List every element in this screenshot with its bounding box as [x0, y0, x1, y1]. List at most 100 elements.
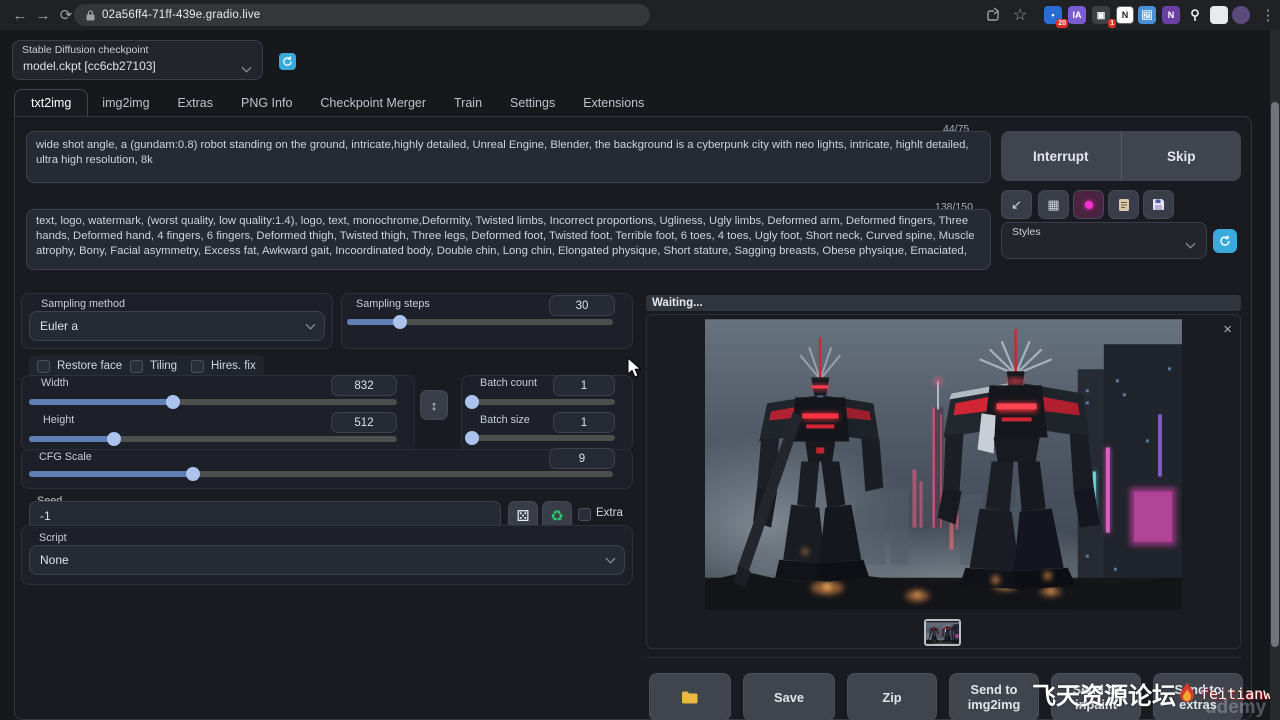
- restore-faces-option[interactable]: Restore faces: [29, 355, 136, 377]
- width-slider[interactable]: [29, 399, 397, 405]
- tab-png-info[interactable]: PNG Info: [227, 90, 306, 116]
- swap-dimensions-button[interactable]: ↕: [420, 390, 448, 420]
- menu-dots-icon[interactable]: ⋮: [1258, 5, 1278, 25]
- height-input[interactable]: 512: [331, 412, 397, 433]
- stable-diffusion-webui: ← → ⟳ 02a56ff4-71ff-439e.gradio.live ☆ •…: [0, 0, 1280, 720]
- close-image-icon[interactable]: ×: [1223, 323, 1232, 336]
- sampling-method-select[interactable]: Euler a: [29, 311, 325, 341]
- skip-button[interactable]: Skip: [1121, 131, 1242, 181]
- batch-size-input[interactable]: 1: [553, 412, 615, 433]
- browser-toolbar: ← → ⟳ 02a56ff4-71ff-439e.gradio.live ☆ •…: [0, 0, 1280, 30]
- tab-extensions[interactable]: Extensions: [569, 90, 658, 116]
- apply-style-button[interactable]: [1108, 190, 1139, 219]
- cfg-scale-label: CFG Scale: [39, 451, 92, 463]
- restore-faces-checkbox[interactable]: [37, 360, 50, 373]
- cfg-scale-input[interactable]: 9: [549, 448, 615, 469]
- extension-icon-download[interactable]: • 20: [1044, 6, 1062, 24]
- tab-settings[interactable]: Settings: [496, 90, 569, 116]
- bookmark-star-icon[interactable]: ☆: [1010, 5, 1030, 25]
- refresh-checkpoints-button[interactable]: [279, 53, 296, 70]
- prompt-input[interactable]: wide shot angle, a (gundam:0.8) robot st…: [26, 131, 991, 183]
- sampling-steps-label: Sampling steps: [356, 298, 430, 310]
- address-bar[interactable]: 02a56ff4-71ff-439e.gradio.live: [74, 4, 650, 26]
- generated-image[interactable]: [705, 319, 1182, 610]
- profile-avatar[interactable]: [1232, 6, 1250, 24]
- tab-img2img[interactable]: img2img: [88, 90, 163, 116]
- image-output-area: ×: [646, 314, 1241, 649]
- sampling-method-value: Euler a: [40, 319, 78, 333]
- refresh-styles-button[interactable]: [1213, 229, 1237, 253]
- progress-status: Waiting...: [646, 295, 1241, 311]
- tab-checkpoint-merger[interactable]: Checkpoint Merger: [306, 90, 440, 116]
- extension-icon-notion[interactable]: N: [1116, 6, 1134, 24]
- cfg-scale-slider[interactable]: [29, 471, 613, 477]
- interrupt-button[interactable]: Interrupt: [1001, 131, 1121, 181]
- script-select[interactable]: None: [29, 545, 625, 575]
- batch-size-slider[interactable]: [469, 435, 615, 441]
- recycle-icon: ♻: [550, 507, 563, 525]
- trash-icon: ▦: [1047, 197, 1059, 213]
- mouse-cursor: [627, 357, 643, 379]
- open-folder-button[interactable]: [649, 673, 731, 720]
- side-panel-icon[interactable]: [1210, 6, 1228, 24]
- extension-icon-onenote[interactable]: N: [1162, 6, 1180, 24]
- restore-faces-label: Restore faces: [57, 360, 128, 372]
- forward-icon[interactable]: →: [33, 5, 53, 25]
- tab-extras[interactable]: Extras: [164, 90, 227, 116]
- extra-networks-icon: [1085, 201, 1093, 209]
- gallery-thumbnail[interactable]: [924, 619, 961, 646]
- sampling-method-label: Sampling method: [41, 298, 125, 310]
- folder-icon: [681, 690, 699, 704]
- batch-count-slider[interactable]: [469, 399, 615, 405]
- output-divider: [646, 657, 1241, 658]
- checkpoint-dropdown[interactable]: Stable Diffusion checkpoint model.ckpt […: [12, 40, 263, 80]
- sampling-steps-slider[interactable]: [347, 319, 613, 325]
- extension-badge: 20: [1056, 19, 1068, 28]
- styles-dropdown[interactable]: Styles: [1001, 222, 1207, 259]
- extra-networks-button[interactable]: [1073, 190, 1104, 219]
- extension-icon-image[interactable]: 🖼: [1138, 6, 1156, 24]
- cfg-block: [21, 449, 633, 489]
- height-label: Height: [43, 414, 74, 426]
- tiling-option[interactable]: Tiling: [122, 355, 185, 377]
- share-icon[interactable]: [986, 7, 1002, 23]
- save-style-button[interactable]: [1143, 190, 1174, 219]
- height-slider[interactable]: [29, 436, 397, 442]
- paste-params-button[interactable]: ↙: [1001, 190, 1032, 219]
- back-icon[interactable]: ←: [10, 5, 30, 25]
- batch-count-label: Batch count: [480, 377, 537, 389]
- extension-icon-camera[interactable]: ▣ 1: [1092, 6, 1110, 24]
- extension-badge: 1: [1108, 19, 1116, 28]
- clear-prompt-button[interactable]: ▦: [1038, 190, 1069, 219]
- tab-txt2img[interactable]: txt2img: [14, 89, 88, 116]
- clipboard-icon: [1118, 198, 1130, 212]
- send-to-img2img-button[interactable]: Send to img2img: [949, 673, 1039, 720]
- scrollbar-thumb[interactable]: [1271, 102, 1279, 647]
- batch-count-input[interactable]: 1: [553, 375, 615, 396]
- extensions-puzzle-icon[interactable]: ⚲: [1186, 6, 1204, 24]
- sampling-steps-input[interactable]: 30: [549, 295, 615, 316]
- main-tabs: txt2img img2img Extras PNG Info Checkpoi…: [14, 89, 1252, 116]
- chevron-down-icon: [306, 320, 316, 330]
- tiling-checkbox[interactable]: [130, 360, 143, 373]
- width-input[interactable]: 832: [331, 375, 397, 396]
- page-scrollbar[interactable]: [1270, 30, 1280, 720]
- seed-value: -1: [40, 509, 51, 523]
- extension-icon-ia[interactable]: IA: [1068, 6, 1086, 24]
- seed-extra-checkbox[interactable]: [578, 508, 591, 521]
- hires-fix-checkbox[interactable]: [191, 360, 204, 373]
- zip-button[interactable]: Zip: [847, 673, 937, 720]
- save-button[interactable]: Save: [743, 673, 835, 720]
- styles-label: Styles: [1012, 226, 1041, 238]
- chevron-down-icon: [606, 554, 616, 564]
- paste-arrow-icon: ↙: [1011, 197, 1022, 213]
- tab-train[interactable]: Train: [440, 90, 496, 116]
- negative-prompt-input[interactable]: text, logo, watermark, (worst quality, l…: [26, 209, 991, 270]
- checkpoint-label: Stable Diffusion checkpoint: [22, 44, 148, 56]
- hires-fix-option[interactable]: Hires. fix: [183, 355, 264, 377]
- batch-size-label: Batch size: [480, 414, 530, 426]
- flame-icon: [1176, 681, 1198, 707]
- reload-icon[interactable]: ⟳: [56, 5, 76, 25]
- watermark-site-name: 飞天资源论坛: [1032, 676, 1176, 711]
- floppy-disk-icon: [1152, 198, 1165, 211]
